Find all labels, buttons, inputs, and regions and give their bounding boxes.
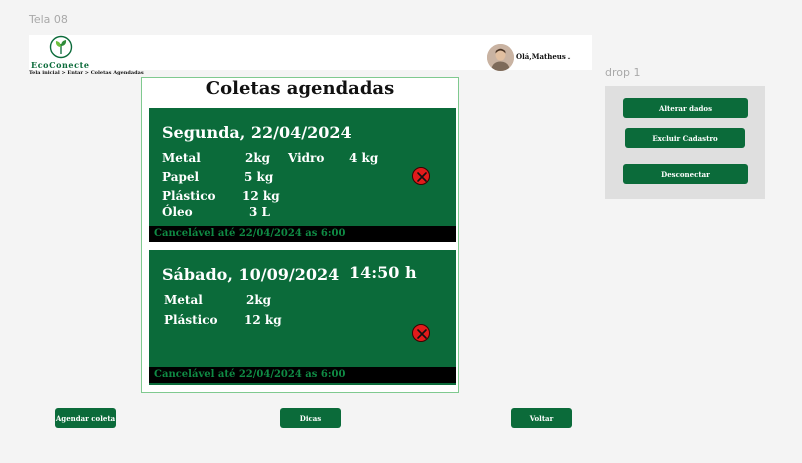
avatar[interactable] [487,44,514,71]
frame-label: Tela 08 [29,13,68,26]
item-qty: 12 kg [244,313,282,327]
item-name: Metal [162,151,201,165]
item-name: Vidro [288,151,325,165]
item-qty: 2kg [245,151,271,165]
collection-card: Segunda, 22/04/2024 Metal 2kg Vidro 4 kg… [149,108,456,242]
item-name: Papel [162,170,200,184]
item-name: Plástico [164,313,218,327]
edit-profile-button[interactable]: Alterar dados [623,98,748,118]
cancel-collection-icon[interactable] [412,324,430,342]
collection-date: Segunda, 22/04/2024 [162,123,352,142]
dropdown-frame-label: drop 1 [605,66,641,79]
back-button[interactable]: Voltar [511,408,572,428]
item-qty: 12 kg [242,189,280,203]
brand-name: EcoConecte [31,60,90,70]
logout-button[interactable]: Desconectar [623,164,748,184]
item-name: Óleo [162,205,193,219]
leaf-logo-icon[interactable] [49,35,73,59]
item-qty: 5 kg [244,170,274,184]
scheduled-collections-panel: Coletas agendadas Segunda, 22/04/2024 Me… [141,77,459,393]
chevron-down-icon: ⌄ [566,55,572,61]
user-dropdown-menu: Alterar dados Excluir Cadastro Desconect… [605,86,765,199]
delete-account-button[interactable]: Excluir Cadastro [625,128,745,148]
cancel-collection-icon[interactable] [412,167,430,185]
item-qty: 3 L [249,205,270,219]
tips-button[interactable]: Dicas [280,408,341,428]
collection-time: 14:50 h [349,263,417,282]
top-bar: EcoConecte Tela inicial > Entar > Coleta… [29,35,592,76]
item-name: Plástico [162,189,216,203]
collection-card: Sábado, 10/09/2024 14:50 h Metal 2kg Plá… [149,250,456,385]
user-greeting[interactable]: Olá,Matheus⌄ [516,52,571,61]
cancel-deadline: Cancelável até 22/04/2024 as 6:00 [149,226,456,242]
item-qty: 2kg [246,293,272,307]
page-title: Coletas agendadas [205,78,395,99]
item-qty: 4 kg [349,151,379,165]
cancel-deadline: Cancelável até 22/04/2024 as 6:00 [149,367,456,383]
item-name: Metal [164,293,203,307]
breadcrumb: Tela inicial > Entar > Coletas Agendadas [29,70,144,76]
schedule-collection-button[interactable]: Agendar coleta [55,408,116,428]
collection-date: Sábado, 10/09/2024 [162,265,340,284]
